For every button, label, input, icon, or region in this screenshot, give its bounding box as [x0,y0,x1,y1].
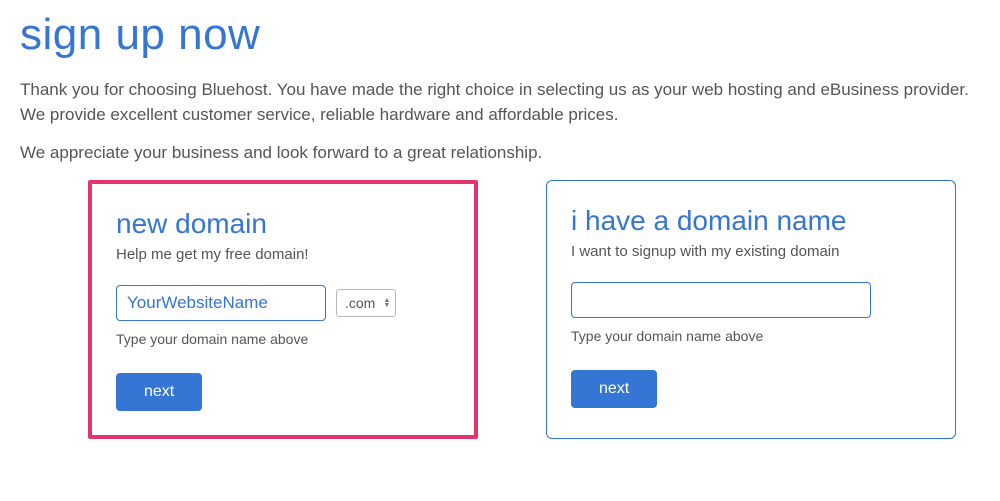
existing-domain-hint: Type your domain name above [571,328,931,344]
select-arrows-icon: ▲ ▼ [383,298,390,308]
tld-select[interactable]: .com ▲ ▼ [336,289,396,317]
new-domain-title: new domain [116,208,450,240]
intro-paragraph-1: Thank you for choosing Bluehost. You hav… [20,78,980,127]
domain-cards-row: new domain Help me get my free domain! .… [20,180,980,439]
existing-domain-input[interactable] [571,282,871,318]
new-domain-next-button[interactable]: next [116,373,202,411]
existing-domain-title: i have a domain name [571,205,931,237]
existing-domain-card: i have a domain name I want to signup wi… [546,180,956,439]
page-title: sign up now [20,10,980,60]
new-domain-input[interactable] [116,285,326,321]
new-domain-input-row: .com ▲ ▼ [116,285,450,321]
tld-selected-label: .com [345,295,375,311]
new-domain-card: new domain Help me get my free domain! .… [88,180,478,439]
existing-domain-subtitle: I want to signup with my existing domain [571,243,931,260]
new-domain-hint: Type your domain name above [116,331,450,347]
existing-domain-input-row [571,282,931,318]
existing-domain-next-button[interactable]: next [571,370,657,408]
intro-paragraph-2: We appreciate your business and look for… [20,141,980,166]
new-domain-subtitle: Help me get my free domain! [116,246,450,263]
